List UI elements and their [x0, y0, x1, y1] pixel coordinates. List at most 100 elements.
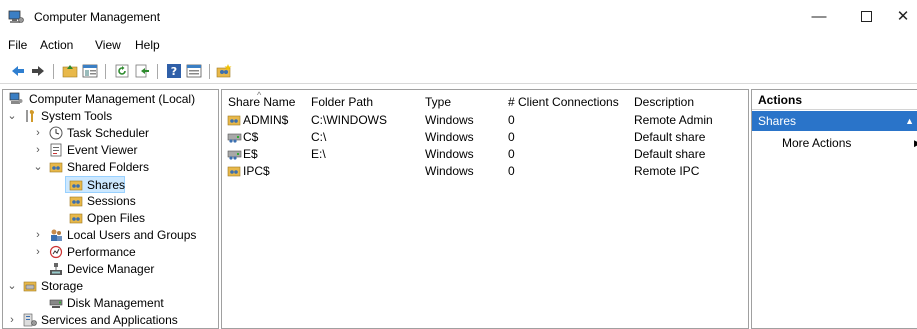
- collapse-up-icon[interactable]: ▲: [905, 111, 914, 131]
- tree-label: Storage: [41, 279, 84, 293]
- tree-label: System Tools: [41, 109, 113, 123]
- new-share-icon[interactable]: [216, 63, 232, 79]
- shared-folder-icon: [69, 196, 83, 207]
- tree-node-services-apps[interactable]: › Services and Applications: [3, 312, 218, 328]
- shared-folder-icon: [49, 162, 63, 173]
- tree-node-sessions[interactable]: Sessions: [3, 193, 218, 210]
- column-header-type[interactable]: Type: [425, 93, 451, 111]
- tree-node-event-viewer[interactable]: › Event Viewer: [3, 142, 218, 159]
- tree-label: Local Users and Groups: [67, 228, 197, 242]
- tree-label: Sessions: [87, 194, 136, 208]
- column-header-folder-path[interactable]: Folder Path: [311, 93, 373, 111]
- table-row[interactable]: E$ E:\ Windows 0 Default share: [222, 146, 748, 163]
- tree-label: Event Viewer: [67, 143, 138, 157]
- chevron-down-icon[interactable]: ⌄: [7, 108, 17, 125]
- chevron-right-icon[interactable]: ›: [7, 312, 17, 328]
- column-header-description[interactable]: Description: [634, 93, 694, 111]
- tree-node-open-files[interactable]: Open Files: [3, 210, 218, 227]
- chevron-down-icon[interactable]: ⌄: [33, 159, 43, 176]
- chevron-right-icon[interactable]: ›: [33, 125, 43, 142]
- share-type: Windows: [425, 147, 474, 161]
- chevron-right-icon[interactable]: ›: [33, 227, 43, 244]
- tree-node-disk-management[interactable]: Disk Management: [3, 295, 218, 312]
- export-list-icon[interactable]: [134, 63, 150, 79]
- more-actions-item[interactable]: More Actions: [782, 135, 851, 152]
- chevron-right-icon[interactable]: ›: [33, 142, 43, 159]
- computer-management-icon: [9, 92, 23, 104]
- shared-folder-icon: [227, 115, 241, 126]
- actions-section-shares[interactable]: Shares ▲: [752, 111, 917, 131]
- users-icon: [51, 229, 62, 241]
- tree-label: Performance: [67, 245, 136, 259]
- clock-icon: [49, 126, 63, 140]
- share-type: Windows: [425, 164, 474, 178]
- chevron-down-icon[interactable]: ⌄: [7, 278, 17, 295]
- tree-node-shares[interactable]: Shares: [65, 176, 125, 193]
- actions-header: Actions: [752, 90, 917, 110]
- table-row[interactable]: ADMIN$ C:\WINDOWS Windows 0 Remote Admin: [222, 112, 748, 129]
- tree-node-local-users[interactable]: › Local Users and Groups: [3, 227, 218, 244]
- tree-node-root[interactable]: Computer Management (Local): [3, 91, 218, 108]
- share-description: Remote IPC: [634, 164, 700, 178]
- tree-node-storage[interactable]: ⌄ Storage: [3, 278, 218, 295]
- tree-label: Services and Applications: [41, 313, 178, 327]
- tools-icon: [26, 110, 35, 122]
- table-row[interactable]: C$ C:\ Windows 0 Default share: [222, 129, 748, 146]
- forward-icon[interactable]: [30, 63, 46, 79]
- toolbar-separator: [209, 64, 210, 79]
- tree-node-performance[interactable]: › Performance: [3, 244, 218, 261]
- chevron-right-icon[interactable]: ›: [33, 244, 43, 261]
- help-icon[interactable]: ?: [166, 63, 182, 79]
- shared-folder-icon: [227, 166, 241, 177]
- tree-label: Shared Folders: [67, 160, 150, 174]
- client-connections: 0: [508, 113, 515, 127]
- menu-action[interactable]: Action: [40, 38, 73, 52]
- tree-node-shared-folders[interactable]: ⌄ Shared Folders: [3, 159, 218, 176]
- storage-icon: [23, 281, 37, 292]
- shares-list[interactable]: ^ Share Name Folder Path Type # Client C…: [221, 89, 749, 329]
- tree-label: Open Files: [87, 211, 146, 225]
- folder-path: E:\: [311, 147, 326, 161]
- tree-node-system-tools[interactable]: ⌄ System Tools: [3, 108, 218, 125]
- show-hide-tree-icon[interactable]: [82, 63, 98, 79]
- properties-icon[interactable]: [186, 63, 202, 79]
- close-button[interactable]: ✕: [888, 6, 917, 28]
- menu-view[interactable]: View: [95, 38, 121, 52]
- console-tree[interactable]: Computer Management (Local) ⌄ System Too…: [2, 89, 219, 329]
- tree-label: Shares: [87, 178, 126, 192]
- share-name: E$: [243, 147, 258, 161]
- sort-ascending-icon: ^: [257, 90, 262, 100]
- toolbar-separator: [53, 64, 54, 79]
- column-header-share-name[interactable]: ^ Share Name: [228, 90, 295, 111]
- window-title: Computer Management: [34, 10, 161, 24]
- client-connections: 0: [508, 130, 515, 144]
- share-name: C$: [243, 130, 259, 144]
- tree-label: Disk Management: [67, 296, 164, 310]
- computer-management-icon: [8, 10, 24, 23]
- client-connections: 0: [508, 147, 515, 161]
- client-connections: 0: [508, 164, 515, 178]
- minimize-button[interactable]: —: [804, 6, 834, 28]
- menu-file[interactable]: File: [8, 38, 27, 52]
- share-type: Windows: [425, 130, 474, 144]
- refresh-icon[interactable]: [114, 63, 130, 79]
- actions-section-label: Shares: [758, 114, 797, 128]
- folder-path: C:\: [311, 130, 327, 144]
- up-folder-icon[interactable]: [62, 63, 78, 79]
- table-row[interactable]: IPC$ Windows 0 Remote IPC: [222, 163, 748, 180]
- tree-node-device-manager[interactable]: Device Manager: [3, 261, 218, 278]
- column-header-client-connections[interactable]: # Client Connections: [508, 93, 619, 111]
- actions-pane: Actions Shares ▲ More Actions ▶: [751, 89, 917, 329]
- services-icon: [23, 313, 37, 327]
- tree-label: Task Scheduler: [67, 126, 150, 140]
- toolbar-separator: [157, 64, 158, 79]
- disk-management-icon: [49, 299, 63, 308]
- device-manager-icon: [50, 263, 62, 275]
- back-icon[interactable]: [10, 63, 26, 79]
- tree-node-task-scheduler[interactable]: › Task Scheduler: [3, 125, 218, 142]
- menu-help[interactable]: Help: [135, 38, 160, 52]
- shared-folder-icon: [69, 213, 83, 224]
- maximize-button[interactable]: [851, 6, 881, 28]
- shared-drive-icon: [227, 133, 242, 143]
- share-description: Default share: [634, 147, 706, 161]
